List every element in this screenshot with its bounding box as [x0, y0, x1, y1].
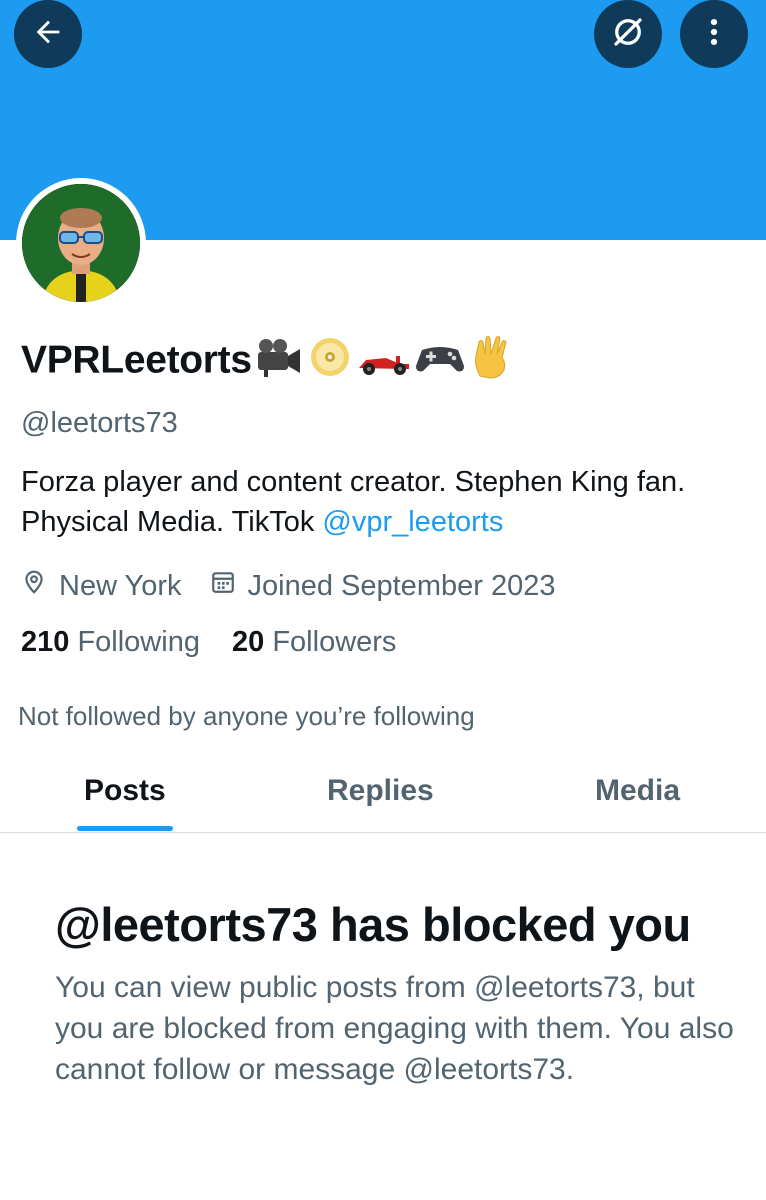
blocked-title: @leetorts73 has blocked you — [55, 898, 691, 951]
following-label: Following — [77, 626, 200, 658]
followers-count: 20 — [232, 626, 265, 658]
location-text: New York — [59, 569, 182, 602]
followers-link[interactable]: 20 Followers — [232, 626, 396, 658]
more-options-button[interactable] — [680, 0, 748, 68]
profile-bio: Forza player and content creator. Stephe… — [21, 462, 741, 542]
calendar-icon — [210, 569, 248, 603]
more-vertical-icon — [697, 15, 731, 54]
location: New York — [21, 568, 182, 604]
following-link[interactable]: 210 Following — [21, 626, 200, 658]
joined-date: Joined September 2023 — [210, 569, 556, 603]
active-tab-indicator — [77, 826, 173, 831]
blocked-message: You can view public posts from @leetorts… — [55, 971, 734, 1086]
avatar-image — [22, 184, 140, 302]
follow-stats: 210 Following 20 Followers — [21, 626, 396, 659]
movie-camera-icon — [254, 336, 304, 388]
not-followed-notice: Not followed by anyone you’re following — [18, 701, 475, 731]
profile-meta: New York Joined September 2023 — [21, 566, 555, 606]
tab-posts[interactable]: Posts — [84, 774, 166, 808]
location-pin-icon — [21, 568, 59, 604]
following-count: 210 — [21, 626, 70, 658]
back-button[interactable] — [14, 0, 82, 68]
profile-tabs: Posts Replies Media — [0, 760, 766, 833]
profile-handle: @leetorts73 — [21, 407, 178, 439]
tab-media[interactable]: Media — [595, 774, 680, 808]
tab-replies[interactable]: Replies — [327, 774, 434, 808]
vulcan-salute-icon — [468, 334, 514, 390]
bio-link[interactable]: @vpr_leetorts — [322, 506, 503, 538]
avatar[interactable] — [16, 178, 146, 308]
display-name-text: VPRLeetorts — [21, 338, 252, 382]
dvd-icon — [306, 336, 354, 388]
translate-toggle-button[interactable] — [594, 0, 662, 68]
game-controller-icon — [414, 336, 466, 388]
followers-label: Followers — [272, 626, 397, 658]
display-name: VPRLeetorts — [21, 334, 514, 390]
race-car-icon — [356, 336, 412, 388]
slashed-circle-icon — [610, 14, 646, 55]
arrow-left-icon — [31, 15, 65, 54]
joined-text: Joined September 2023 — [247, 569, 556, 602]
